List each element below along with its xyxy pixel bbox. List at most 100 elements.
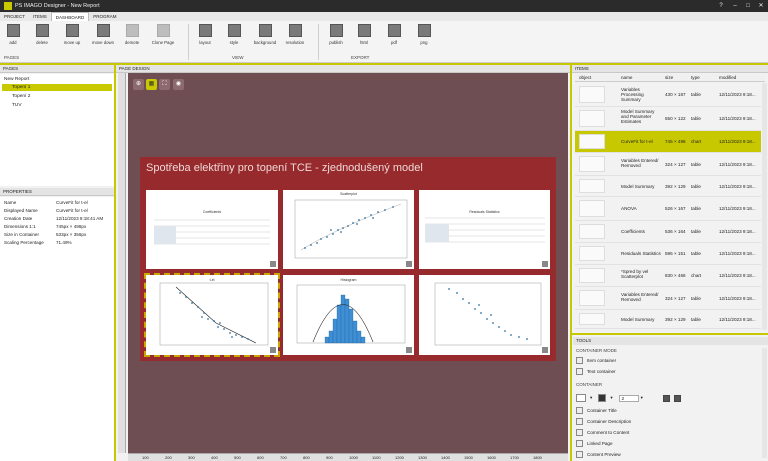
text-container-tool[interactable]: Text container bbox=[576, 368, 616, 375]
move-up-button[interactable]: move up bbox=[58, 24, 86, 45]
report-page[interactable]: Spotřeba elektřiny pro topení TCE - zjed… bbox=[140, 157, 556, 361]
item-thumbnail bbox=[579, 86, 605, 103]
items-row[interactable]: Residuals Statistics 595 × 151 table 12/11/… bbox=[575, 243, 761, 265]
linked-page-tool[interactable]: Linked Page bbox=[576, 440, 613, 447]
style-icon bbox=[227, 24, 241, 37]
style-button[interactable]: style bbox=[222, 24, 246, 45]
add-icon[interactable] bbox=[662, 394, 670, 402]
window-title: PS IMAGO Designer - New Report bbox=[15, 3, 100, 9]
comment-icon bbox=[576, 429, 583, 436]
resize-icon[interactable] bbox=[406, 261, 412, 267]
tile-coefficients[interactable]: Coefficients bbox=[146, 190, 278, 269]
resize-icon[interactable] bbox=[542, 347, 548, 353]
pdf-icon bbox=[387, 24, 401, 37]
tile-scatter[interactable] bbox=[419, 275, 550, 355]
items-row[interactable]: Model Summary 392 × 129 table 12/11/2023 9:… bbox=[575, 310, 761, 329]
layout-button[interactable]: layout bbox=[193, 24, 217, 45]
item-thumbnail bbox=[579, 268, 605, 283]
items-row[interactable]: Model Summary 392 × 129 table 12/11/2023 9:… bbox=[575, 176, 761, 197]
tile-residuals-statistics[interactable]: Residuals Statistics bbox=[419, 190, 550, 269]
items-scrollbar[interactable] bbox=[762, 83, 767, 330]
menu-project[interactable]: PROJECT bbox=[0, 12, 29, 21]
container-description-icon bbox=[576, 418, 583, 425]
items-row[interactable]: *Spred by vel Scatterplot 830 × 466 chart 1… bbox=[575, 265, 761, 287]
move-up-icon bbox=[65, 24, 79, 37]
menu-program[interactable]: PROGRAM bbox=[89, 12, 120, 21]
close-button[interactable]: ✕ bbox=[754, 0, 768, 12]
resolution-icon bbox=[288, 24, 302, 37]
pdf-export-button[interactable]: pdf bbox=[382, 24, 406, 45]
content-preview-tool[interactable]: Content Preview bbox=[576, 451, 621, 458]
maximize-button[interactable]: □ bbox=[741, 0, 755, 12]
help-button[interactable]: ? bbox=[714, 0, 728, 12]
grid-toggle-button[interactable]: ▦ bbox=[146, 79, 157, 90]
resize-icon[interactable] bbox=[542, 261, 548, 267]
preview-button[interactable]: ◉ bbox=[173, 79, 184, 90]
section-label: CONTAINER bbox=[576, 382, 603, 387]
vertical-ruler bbox=[118, 73, 126, 453]
demote-button[interactable]: demote bbox=[120, 24, 144, 45]
clone-icon bbox=[156, 24, 170, 37]
item-thumbnail bbox=[579, 134, 605, 149]
fit-button[interactable]: ⛶ bbox=[159, 79, 170, 90]
clone-page-button[interactable]: Clone Page bbox=[148, 24, 178, 45]
ribbon-separator bbox=[188, 24, 189, 60]
content-preview-icon bbox=[576, 451, 583, 458]
border-width-stepper[interactable]: 2 bbox=[618, 394, 639, 402]
comment-to-content-tool[interactable]: Comment to Content bbox=[576, 429, 629, 436]
tree-item-tuv[interactable]: TUV bbox=[12, 102, 22, 109]
layout-icon bbox=[198, 24, 212, 37]
container-title-tool[interactable]: Container Title bbox=[576, 407, 617, 414]
tile-scatterplot[interactable]: Scatterplot bbox=[283, 190, 414, 269]
html-icon bbox=[357, 24, 371, 37]
png-export-button[interactable]: png bbox=[412, 24, 436, 45]
tree-item-new-report[interactable]: New Report bbox=[4, 76, 112, 83]
group-label-pages: PAGES bbox=[4, 55, 20, 60]
items-row[interactable]: Coefficients 536 × 164 table 12/11/2023 9:1… bbox=[575, 221, 761, 243]
delete-page-button[interactable]: delete bbox=[30, 24, 54, 45]
item-container-tool[interactable]: Item container bbox=[576, 357, 616, 364]
resize-icon[interactable] bbox=[406, 347, 412, 353]
horizontal-ruler: 100 200 300 400 500 600 700 800 900 1000… bbox=[128, 453, 568, 461]
move-down-icon bbox=[96, 24, 110, 37]
resolution-button[interactable]: resolution bbox=[281, 24, 309, 45]
tools-scrollbar[interactable] bbox=[762, 348, 767, 458]
prop-row: Size in Container 533px × 356px bbox=[4, 232, 87, 237]
tree-item-topeni-1[interactable]: Topení 1 bbox=[2, 84, 112, 91]
items-row[interactable]: Variables Entered/ Removed 324 × 127 table… bbox=[575, 287, 761, 310]
html-export-button[interactable]: html bbox=[352, 24, 376, 45]
chevron-down-icon[interactable]: ▾ bbox=[641, 395, 643, 401]
items-row[interactable]: Model Summary and Parameter Estimates 550… bbox=[575, 107, 761, 131]
add-page-button[interactable]: add bbox=[1, 24, 25, 45]
container-description-tool[interactable]: Container Description bbox=[576, 418, 631, 425]
tile-histogram[interactable]: Histogram bbox=[283, 275, 414, 355]
zoom-in-button[interactable]: ⊕ bbox=[133, 79, 144, 90]
move-down-button[interactable]: move down bbox=[88, 24, 118, 45]
menu-dashboard[interactable]: DASHBOARD bbox=[50, 11, 90, 22]
app-logo-icon bbox=[4, 2, 12, 10]
background-button[interactable]: background bbox=[250, 24, 280, 45]
remove-icon[interactable] bbox=[673, 394, 681, 402]
items-row-selected[interactable]: CurveFit for t-el 745 × 498 chart 12/11/202… bbox=[575, 131, 761, 153]
chevron-down-icon[interactable]: ▾ bbox=[590, 395, 592, 401]
container-controls: ▾ ▾ 2 ▾ bbox=[576, 394, 685, 402]
publish-button[interactable]: publish bbox=[324, 24, 348, 45]
items-panel-header: ITEMS bbox=[572, 65, 768, 73]
table-preview bbox=[425, 217, 545, 243]
scatter-preview bbox=[294, 199, 408, 259]
border-style-select[interactable] bbox=[576, 394, 586, 402]
chevron-down-icon[interactable]: ▾ bbox=[610, 395, 612, 401]
demote-icon bbox=[125, 24, 139, 37]
tile-curvefit-selected[interactable]: t-el bbox=[144, 273, 280, 357]
resize-icon[interactable] bbox=[270, 261, 276, 267]
frame-line bbox=[572, 333, 768, 335]
page-title[interactable]: Spotřeba elektřiny pro topení TCE - zjed… bbox=[146, 162, 423, 174]
color-swatch[interactable] bbox=[598, 394, 607, 402]
resize-icon[interactable] bbox=[270, 347, 276, 353]
items-row[interactable]: ANOVA 526 × 167 table 12/11/2023 9:18... bbox=[575, 197, 761, 221]
items-row[interactable]: Variables Processing Summary 430 × 187 tab… bbox=[575, 83, 761, 107]
items-row[interactable]: Variables Entered/ Removed 324 × 127 table… bbox=[575, 153, 761, 176]
tree-item-topeni-2[interactable]: Topení 2 bbox=[12, 93, 30, 100]
minimize-button[interactable]: – bbox=[728, 0, 742, 12]
menu-items[interactable]: ITEMS bbox=[29, 12, 51, 21]
